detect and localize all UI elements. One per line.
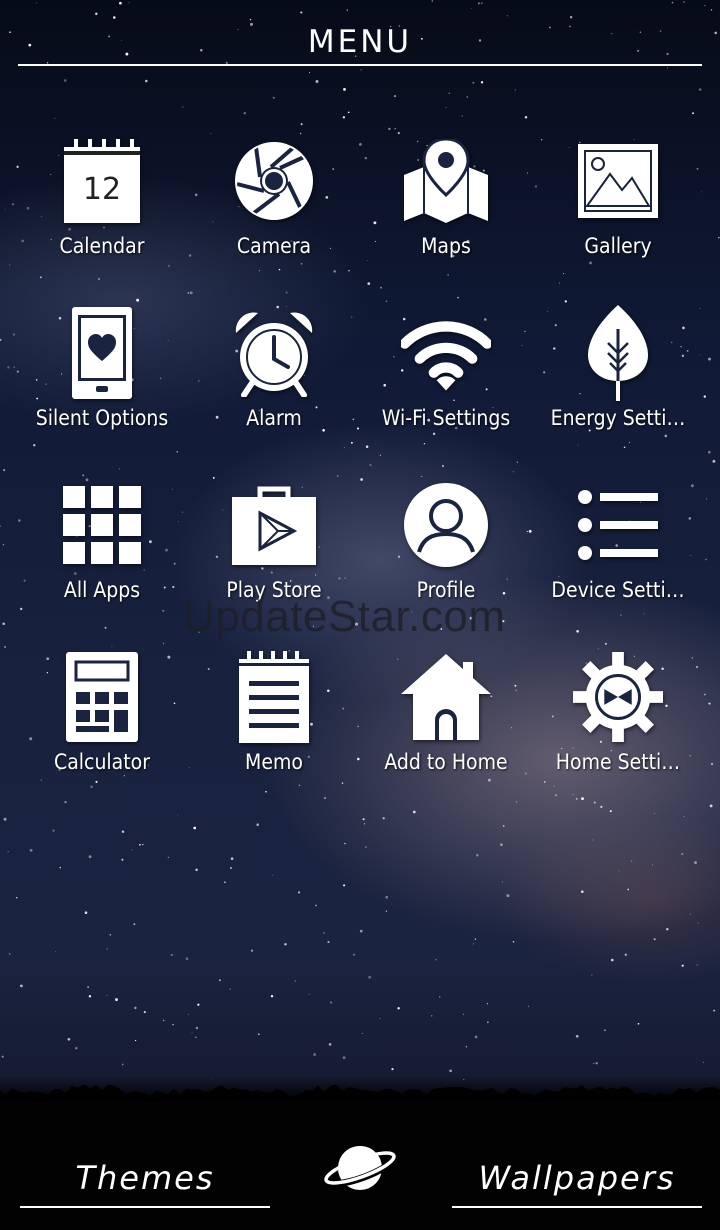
app-label: Silent Options (35, 406, 169, 430)
app-silent-options[interactable]: Silent Options (16, 290, 188, 450)
notepad-icon (229, 651, 319, 743)
app-label: Add to Home (384, 750, 508, 774)
calendar-icon: 12 (57, 136, 147, 226)
gear-icon (573, 652, 663, 742)
app-label: Calculator (54, 750, 150, 774)
wifi-icon (401, 308, 491, 398)
app-energy-settings[interactable]: Energy Setti… (532, 290, 704, 450)
themes-button[interactable]: Themes (20, 1150, 270, 1208)
app-label: Home Setti… (555, 750, 681, 774)
calculator-icon (57, 652, 147, 742)
planet-icon[interactable] (321, 1140, 399, 1196)
watermark-text: UpdateStar.com (183, 592, 506, 641)
app-label: All Apps (63, 578, 141, 602)
app-label: Alarm (246, 406, 302, 430)
svg-text:12: 12 (83, 172, 121, 207)
app-label: Memo (245, 750, 303, 774)
app-maps[interactable]: Maps (360, 118, 532, 278)
app-alarm[interactable]: Alarm (188, 290, 360, 450)
app-wifi-settings[interactable]: Wi-Fi Settings (360, 290, 532, 450)
wallpapers-label: Wallpapers (478, 1159, 676, 1197)
grid-icon (57, 480, 147, 570)
app-label: Energy Setti… (550, 406, 686, 430)
app-all-apps[interactable]: All Apps (16, 462, 188, 622)
list-icon (573, 480, 663, 570)
app-label: Gallery (584, 234, 652, 258)
app-home-settings[interactable]: Home Setti… (532, 634, 704, 794)
app-gallery[interactable]: Gallery (532, 118, 704, 278)
app-calendar[interactable]: 12 Calendar (16, 118, 188, 278)
user-icon (401, 480, 491, 570)
shopping-bag-play-icon (229, 480, 319, 570)
app-label: Device Setti… (551, 578, 685, 602)
menu-header: MENU (18, 20, 702, 66)
house-icon (401, 652, 491, 742)
camera-shutter-icon (229, 136, 319, 226)
app-add-to-home[interactable]: Add to Home (360, 634, 532, 794)
app-camera[interactable]: Camera (188, 118, 360, 278)
map-pin-icon (401, 136, 491, 226)
wallpapers-button[interactable]: Wallpapers (452, 1150, 702, 1208)
leaf-icon (573, 305, 663, 401)
app-label: Calendar (59, 234, 145, 258)
app-memo[interactable]: Memo (188, 634, 360, 794)
app-label: Maps (421, 234, 471, 258)
alarm-clock-icon (229, 308, 319, 398)
phone-heart-icon (57, 307, 147, 399)
page-title: MENU (307, 24, 413, 60)
themes-label: Themes (75, 1159, 215, 1197)
app-calculator[interactable]: Calculator (16, 634, 188, 794)
app-label: Wi-Fi Settings (381, 406, 511, 430)
image-icon (573, 136, 663, 226)
app-device-settings[interactable]: Device Setti… (532, 462, 704, 622)
app-label: Camera (236, 234, 312, 258)
